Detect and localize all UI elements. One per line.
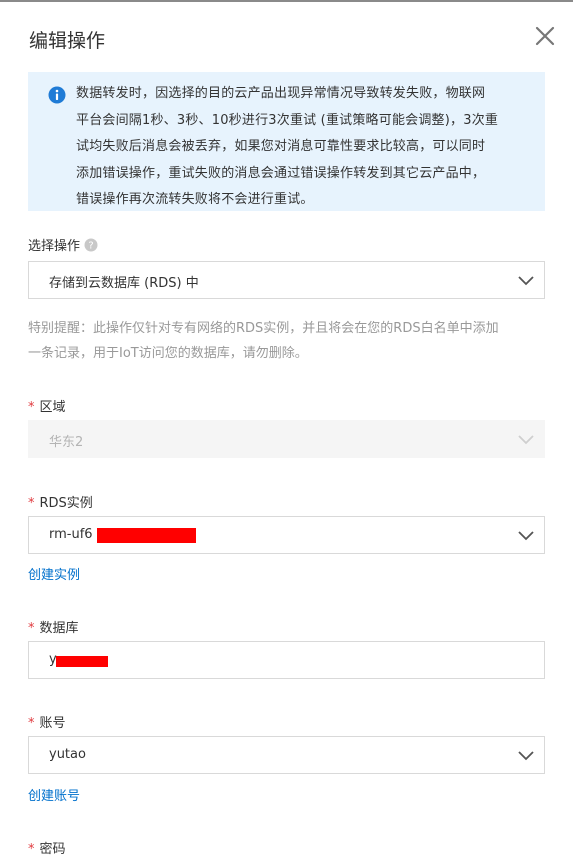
operation-select[interactable]: 存储到云数据库 (RDS) 中 bbox=[28, 261, 545, 299]
operation-label-text: 选择操作 bbox=[28, 239, 81, 254]
database-label: * 数据库 bbox=[28, 617, 79, 636]
info-icon bbox=[48, 86, 66, 104]
chevron-down-icon bbox=[518, 531, 534, 541]
notice-line: 错误操作再次流转失败将不会进行重试。 bbox=[76, 192, 314, 207]
database-input[interactable]: y bbox=[28, 641, 545, 679]
required-mark: * bbox=[28, 716, 35, 731]
rds-instance-label: * RDS实例 bbox=[28, 492, 93, 511]
region-select: 华东2 bbox=[28, 420, 545, 458]
create-account-link[interactable]: 创建账号 bbox=[28, 785, 80, 804]
redaction-mark bbox=[56, 656, 108, 667]
hint-line: 特别提醒：此操作仅针对专有网络的RDS实例，并且将会在您的RDS白名单中添加 bbox=[28, 321, 499, 336]
chevron-down-icon bbox=[518, 276, 534, 286]
required-mark: * bbox=[28, 842, 35, 857]
account-label: * 账号 bbox=[28, 712, 66, 731]
region-label: * 区域 bbox=[28, 396, 66, 415]
required-mark: * bbox=[28, 400, 35, 415]
svg-text:?: ? bbox=[88, 241, 93, 252]
redaction-mark bbox=[97, 528, 196, 543]
question-icon[interactable]: ? bbox=[84, 238, 98, 252]
notice-line: 数据转发时，因选择的目的云产品出现异常情况导致转发失败，物联网 bbox=[76, 86, 486, 101]
edit-operation-dialog: 编辑操作 数据转发时，因选择的目的云产品出现异常情况导致转发失败，物联网 平台会… bbox=[0, 0, 573, 861]
rds-instance-label-text: RDS实例 bbox=[39, 496, 93, 511]
rds-instance-value: rm-uf6 bbox=[49, 527, 93, 542]
account-label-text: 账号 bbox=[39, 716, 66, 731]
chevron-down-icon bbox=[518, 435, 534, 445]
notice-line: 添加错误操作，重试失败的消息会通过错误操作转发到其它云产品中， bbox=[76, 165, 486, 181]
required-mark: * bbox=[28, 496, 35, 511]
close-icon[interactable] bbox=[533, 24, 557, 48]
notice-text: 数据转发时，因选择的目的云产品出现异常情况导致转发失败，物联网 平台会间隔1秒、… bbox=[76, 81, 528, 214]
notice-line: 平台会间隔1秒、3秒、10秒进行3次重试 (重试策略可能会调整)，3次重 bbox=[76, 112, 499, 128]
chevron-down-icon bbox=[518, 751, 534, 761]
database-label-text: 数据库 bbox=[39, 621, 79, 636]
operation-select-value: 存储到云数据库 (RDS) 中 bbox=[49, 276, 199, 291]
retry-notice: 数据转发时，因选择的目的云产品出现异常情况导致转发失败，物联网 平台会间隔1秒、… bbox=[28, 72, 545, 211]
password-label-text: 密码 bbox=[39, 842, 66, 857]
password-label: * 密码 bbox=[28, 838, 66, 857]
hint-line: 一条记录，用于IoT访问您的数据库，请勿删除。 bbox=[28, 346, 308, 361]
required-mark: * bbox=[28, 621, 35, 636]
operation-label: 选择操作 ? bbox=[28, 235, 98, 254]
region-label-text: 区域 bbox=[39, 400, 66, 415]
region-select-value: 华东2 bbox=[49, 435, 84, 450]
notice-line: 试均失败后消息会被丢弃，如果您对消息可靠性要求比较高，可以同时 bbox=[76, 139, 486, 154]
account-select-value: yutao bbox=[49, 747, 86, 762]
dialog-title: 编辑操作 bbox=[29, 30, 106, 52]
account-select[interactable]: yutao bbox=[28, 736, 545, 774]
rds-whitelist-hint: 特别提醒：此操作仅针对专有网络的RDS实例，并且将会在您的RDS白名单中添加 一… bbox=[28, 316, 548, 366]
create-instance-link[interactable]: 创建实例 bbox=[28, 564, 80, 583]
rds-instance-select[interactable]: rm-uf6 bbox=[28, 516, 545, 554]
